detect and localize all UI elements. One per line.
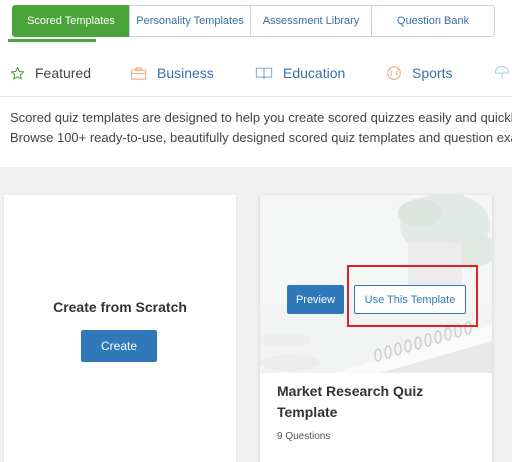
create-button[interactable]: Create (81, 330, 157, 362)
category-tab-label: Business (157, 65, 214, 81)
template-type-tabs: Scored Templates Personality Templates A… (12, 5, 495, 37)
create-from-scratch-card: Create from Scratch Create (4, 195, 236, 462)
tab-question-bank[interactable]: Question Bank (371, 5, 495, 37)
scratch-card-title: Create from Scratch (53, 299, 187, 315)
tab-assessment-library[interactable]: Assessment Library (250, 5, 372, 37)
star-outline-icon (10, 66, 25, 81)
active-tab-indicator (8, 39, 96, 42)
template-card[interactable]: Preview Use This Template Market Researc… (260, 195, 492, 462)
template-title: Market Research Quiz Template (277, 383, 424, 420)
book-icon (255, 66, 273, 80)
description-line-2: Browse 100+ ready-to-use, beautifully de… (10, 130, 512, 145)
highlight-annotation (347, 265, 478, 327)
description: Scored quiz templates are designed to he… (10, 108, 512, 148)
tab-scored-templates[interactable]: Scored Templates (12, 5, 130, 37)
category-tab-label: Sports (412, 65, 453, 81)
ball-icon (386, 65, 402, 81)
category-tab-label: Education (283, 65, 346, 81)
category-tab-education[interactable]: Education (255, 62, 345, 84)
preview-button[interactable]: Preview (287, 285, 344, 314)
briefcase-icon (130, 66, 147, 81)
category-tabs: Featured Business Education Sports (0, 52, 512, 94)
category-tab-label: Featured (35, 65, 92, 81)
category-tab-more[interactable] (494, 62, 512, 84)
question-count: 9 Questions (277, 431, 331, 442)
description-line-1: Scored quiz templates are designed to he… (10, 110, 512, 125)
umbrella-icon (494, 65, 510, 81)
category-tab-featured[interactable]: Featured (10, 62, 91, 84)
tab-personality-templates[interactable]: Personality Templates (129, 5, 251, 37)
category-tab-sports[interactable]: Sports (386, 62, 452, 84)
category-tab-business[interactable]: Business (130, 62, 214, 84)
divider (0, 96, 512, 97)
